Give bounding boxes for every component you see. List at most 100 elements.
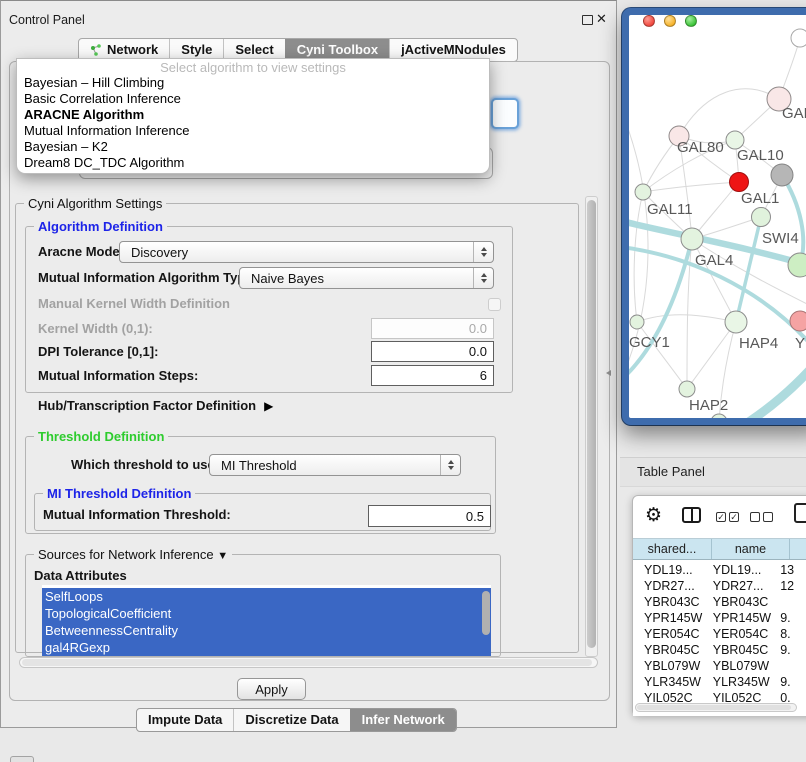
kernel-width-field[interactable]: 0.0: [371, 318, 494, 339]
tab-discretize-data[interactable]: Discretize Data: [233, 709, 349, 731]
float-window-icon[interactable]: [582, 15, 593, 25]
table-cell: YPR145W: [705, 610, 776, 626]
network-node[interactable]: [790, 311, 806, 331]
table-cell: YDR27...: [705, 578, 776, 594]
network-node[interactable]: [679, 381, 695, 397]
dpi-tolerance-label: DPI Tolerance [0,1]:: [38, 344, 158, 359]
unchecked-box-icon[interactable]: [750, 512, 760, 522]
chevron-right-icon: ▶: [264, 399, 273, 413]
table-row[interactable]: YBR045CYBR045C9.: [633, 642, 806, 658]
tab-impute-data[interactable]: Impute Data: [137, 709, 233, 731]
algorithm-option[interactable]: Bayesian – K2: [17, 139, 489, 155]
algorithm-option[interactable]: ARACNE Algorithm: [17, 107, 489, 123]
aracne-mode-select[interactable]: Discovery: [119, 241, 494, 263]
attribute-item[interactable]: gal4RGexp: [42, 639, 491, 656]
apply-button[interactable]: Apply: [237, 678, 306, 700]
table-row[interactable]: YDL19...YDL19...13: [633, 562, 806, 578]
chevron-down-icon: ▼: [217, 550, 228, 562]
table-row[interactable]: YBR043CYBR043C: [633, 594, 806, 610]
table-cell: YDL19...: [633, 562, 705, 578]
network-node-label: GCY1: [629, 334, 670, 351]
table-cell: YBL079W: [633, 658, 705, 674]
sources-toggle[interactable]: Sources for Network Inference ▼: [34, 547, 232, 564]
settings-horizontal-scrollbar[interactable]: [19, 657, 598, 668]
network-node[interactable]: [791, 29, 806, 47]
table-cell: 13: [776, 562, 806, 578]
mi-algorithm-type-select[interactable]: Naive Bayes: [239, 267, 494, 289]
algorithm-option[interactable]: Mutual Information Inference: [17, 123, 489, 139]
dropdown-placeholder: Select algorithm to view settings: [17, 60, 489, 75]
network-node[interactable]: [752, 208, 771, 227]
close-icon[interactable]: ✕: [596, 11, 607, 27]
table-cell: YDL19...: [705, 562, 776, 578]
network-canvas[interactable]: GALGAL80GAL10GAL1GAL11SWI4GAL4GCY1HAP4YH…: [629, 15, 806, 418]
tab-infer-network[interactable]: Infer Network: [350, 709, 456, 731]
dpi-tolerance-field[interactable]: 0.0: [371, 341, 494, 362]
manual-kernel-width-checkbox[interactable]: [488, 298, 501, 311]
hub-definition-label: Hub/Transcription Factor Definition: [38, 398, 256, 413]
table-row[interactable]: YDR27...YDR27...12: [633, 578, 806, 594]
mi-steps-field[interactable]: 6: [371, 365, 494, 386]
control-panel-window: Control Panel ✕ NetworkStyleSelectCyni T…: [0, 0, 617, 728]
group-title: MI Threshold Definition: [43, 486, 195, 501]
group-title: Threshold Definition: [34, 429, 168, 444]
network-node-label: GAL: [782, 105, 806, 122]
checked-box-icon[interactable]: ✓: [716, 512, 726, 522]
table-cell: YLR345W: [633, 674, 705, 690]
aracne-mode-label: Aracne Mode:: [38, 244, 124, 259]
table-panel-title: Table Panel: [637, 464, 705, 479]
checked-box-icon[interactable]: ✓: [729, 512, 739, 522]
attribute-item[interactable]: SelfLoops: [42, 588, 491, 605]
network-node[interactable]: [771, 164, 793, 186]
settings-vertical-scrollbar[interactable]: [585, 196, 598, 657]
attribute-item[interactable]: TopologicalCoefficient: [42, 605, 491, 622]
algorithm-option[interactable]: Basic Correlation Inference: [17, 91, 489, 107]
manual-kernel-width-label: Manual Kernel Width Definition: [38, 296, 230, 311]
network-node[interactable]: [730, 173, 749, 192]
column-header[interactable]: A: [789, 539, 806, 559]
table-cell: YER054C: [705, 626, 776, 642]
table-horizontal-scrollbar[interactable]: [635, 703, 797, 712]
table-row[interactable]: YBL079WYBL079W: [633, 658, 806, 674]
which-threshold-select[interactable]: MI Threshold: [209, 454, 461, 476]
table-cell: YPR145W: [633, 610, 705, 626]
table-cell: 9.: [776, 674, 806, 690]
network-node[interactable]: [725, 311, 747, 333]
network-node[interactable]: [635, 184, 651, 200]
network-nodes: [630, 29, 806, 418]
list-scrollbar[interactable]: [482, 591, 490, 635]
network-node[interactable]: [711, 414, 727, 418]
focused-button-fragment[interactable]: [491, 98, 519, 129]
column-header[interactable]: name: [711, 539, 789, 559]
which-threshold-label: Which threshold to use:: [71, 457, 219, 472]
table-row[interactable]: YPR145WYPR145W9.: [633, 610, 806, 626]
splitter-collapse-icon[interactable]: [606, 370, 611, 376]
network-node[interactable]: [681, 228, 703, 250]
column-layout-icon[interactable]: [682, 507, 701, 523]
table-row[interactable]: YER054CYER054C8.: [633, 626, 806, 642]
algorithm-option[interactable]: Dream8 DC_TDC Algorithm: [17, 155, 489, 171]
network-node[interactable]: [630, 315, 644, 329]
mi-steps-label: Mutual Information Steps:: [38, 368, 198, 383]
network-node-label: SWI4: [762, 230, 799, 247]
table-cell: YBR043C: [705, 594, 776, 610]
group-title: Cyni Algorithm Settings: [24, 196, 166, 211]
mi-algorithm-type-value: Naive Bayes: [251, 271, 324, 286]
data-attributes-list[interactable]: SelfLoopsTopologicalCoefficientBetweenne…: [42, 585, 491, 656]
unchecked-box-icon[interactable]: [763, 512, 773, 522]
mi-algorithm-type-label: Mutual Information Algorithm Type:: [38, 270, 257, 285]
network-node-label: Y: [795, 335, 805, 352]
network-node-label: GAL1: [741, 190, 779, 207]
hub-definition-toggle[interactable]: Hub/Transcription Factor Definition ▶: [38, 398, 273, 413]
screen: Control Panel ✕ NetworkStyleSelectCyni T…: [0, 0, 806, 762]
network-node-label: GAL11: [647, 201, 693, 218]
column-header[interactable]: shared...: [633, 539, 711, 559]
mi-threshold-field[interactable]: 0.5: [368, 505, 491, 527]
clipboard-icon[interactable]: [794, 503, 806, 523]
attribute-item[interactable]: BetweennessCentrality: [42, 622, 491, 639]
corner-button[interactable]: [10, 756, 34, 762]
settings-gear-icon[interactable]: ⚙: [645, 504, 662, 527]
network-node[interactable]: [788, 253, 806, 277]
table-row[interactable]: YLR345WYLR345W9.: [633, 674, 806, 690]
algorithm-option[interactable]: Bayesian – Hill Climbing: [17, 75, 489, 91]
